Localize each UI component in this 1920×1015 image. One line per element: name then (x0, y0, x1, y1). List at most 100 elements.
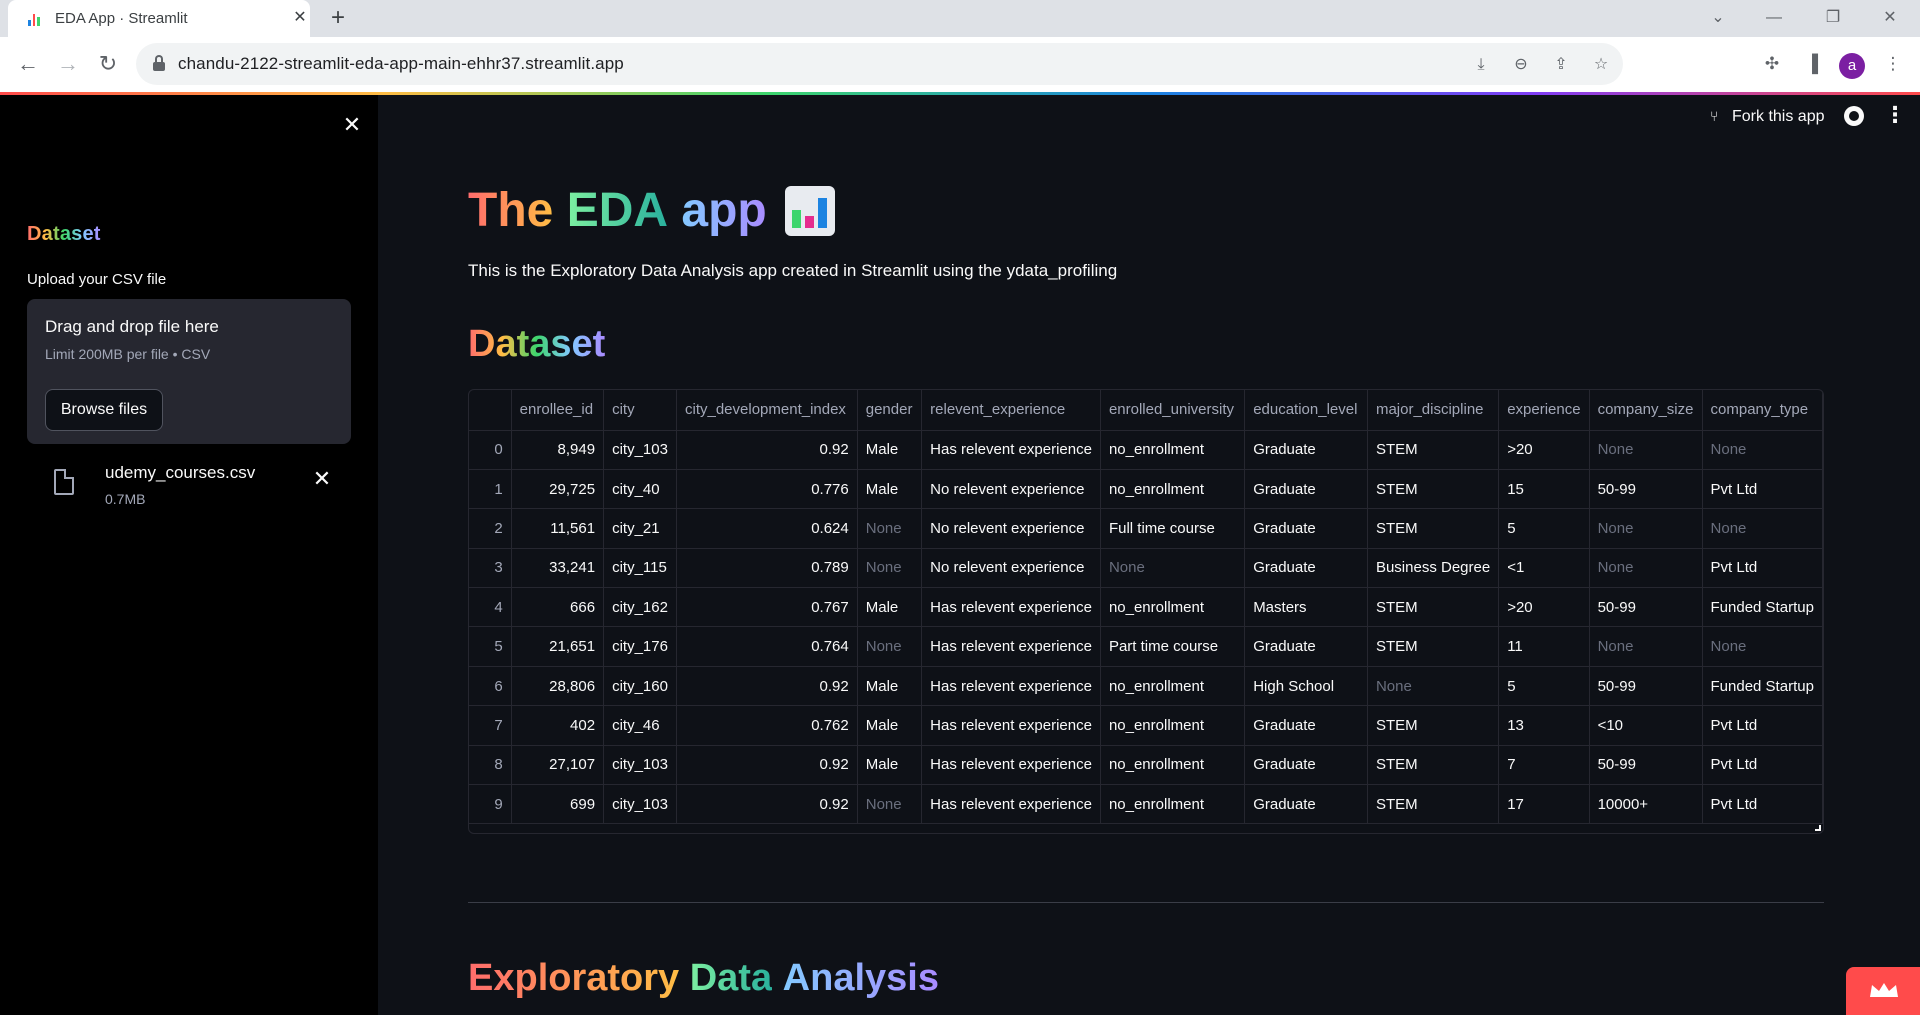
table-cell[interactable]: 0.92 (676, 430, 858, 470)
table-cell[interactable]: STEM (1367, 784, 1500, 825)
table-cell[interactable]: Pvt Ltd (1702, 548, 1823, 589)
table-cell[interactable]: city_115 (603, 548, 677, 589)
restore-button[interactable]: ❐ (1821, 6, 1845, 30)
table-cell[interactable]: STEM (1367, 705, 1500, 746)
table-cell[interactable]: Male (857, 469, 923, 510)
table-cell[interactable]: Graduate (1244, 705, 1368, 746)
table-cell[interactable]: Masters (1244, 587, 1368, 628)
table-row[interactable]: 6 28,806 city_160 0.92 Male Has relevent expe… (469, 666, 1823, 707)
table-cell[interactable]: Has relevent experience (921, 784, 1101, 825)
table-cell[interactable]: High School (1244, 666, 1368, 707)
table-cell[interactable]: 21,651 (511, 626, 605, 667)
table-cell[interactable]: No relevent experience (921, 548, 1101, 589)
table-cell[interactable]: None (1589, 430, 1703, 470)
browser-tab[interactable]: EDA App · Streamlit ✕ (8, 0, 310, 37)
table-cell[interactable]: None (1100, 548, 1246, 589)
column-header[interactable]: city_development_index (676, 390, 858, 431)
table-cell[interactable]: None (1702, 626, 1823, 667)
table-cell[interactable]: Pvt Ltd (1702, 745, 1823, 786)
table-cell[interactable]: None (1367, 666, 1500, 707)
reload-icon[interactable]: ↻ (94, 50, 122, 78)
tab-search-icon[interactable]: ⌄ (1706, 6, 1730, 30)
table-cell[interactable]: 27,107 (511, 745, 605, 786)
table-cell[interactable]: 33,241 (511, 548, 605, 589)
table-cell[interactable]: Has relevent experience (921, 626, 1101, 667)
table-cell[interactable]: 5 (1498, 666, 1590, 707)
table-cell[interactable]: Male (857, 705, 923, 746)
close-tab-icon[interactable]: ✕ (290, 8, 310, 28)
table-cell[interactable]: STEM (1367, 430, 1500, 470)
index-header[interactable] (469, 390, 512, 431)
share-icon[interactable]: ⇪ (1551, 55, 1571, 75)
table-row[interactable]: 3 33,241 city_115 0.789 None No relevent expe… (469, 548, 1823, 589)
close-window-button[interactable]: ✕ (1878, 6, 1902, 30)
table-cell[interactable]: 402 (511, 705, 605, 746)
url-text[interactable]: chandu-2122-streamlit-eda-app-main-ehhr3… (178, 54, 624, 74)
table-cell[interactable]: Funded Startup (1702, 587, 1823, 628)
table-cell[interactable]: city_176 (603, 626, 677, 667)
table-cell[interactable]: 50-99 (1589, 745, 1703, 786)
table-cell[interactable]: 5 (1498, 508, 1590, 549)
new-tab-button[interactable]: + (325, 5, 351, 31)
browse-files-button[interactable]: Browse files (45, 389, 163, 431)
table-cell[interactable]: Graduate (1244, 745, 1368, 786)
table-cell[interactable]: city_46 (603, 705, 677, 746)
table-cell[interactable]: Has relevent experience (921, 666, 1101, 707)
table-cell[interactable]: STEM (1367, 469, 1500, 510)
table-cell[interactable]: 0.92 (676, 666, 858, 707)
table-cell[interactable]: no_enrollment (1100, 705, 1246, 746)
table-cell[interactable]: no_enrollment (1100, 430, 1246, 470)
table-cell[interactable]: No relevent experience (921, 469, 1101, 510)
table-cell[interactable]: Has relevent experience (921, 745, 1101, 786)
table-row[interactable]: 9 699 city_103 0.92 None Has relevent experie… (469, 784, 1823, 825)
zoom-icon[interactable]: ⊖ (1511, 55, 1531, 75)
table-cell[interactable]: Graduate (1244, 626, 1368, 667)
file-dropzone[interactable]: Drag and drop file here Limit 200MB per … (27, 299, 351, 444)
table-cell[interactable]: Pvt Ltd (1702, 469, 1823, 510)
table-cell[interactable]: 11 (1498, 626, 1590, 667)
table-cell[interactable]: 0.762 (676, 705, 858, 746)
table-cell[interactable]: STEM (1367, 587, 1500, 628)
side-panel-icon[interactable]: ▐ (1801, 53, 1823, 75)
table-cell[interactable]: 50-99 (1589, 469, 1703, 510)
table-cell[interactable]: Business Degree (1367, 548, 1500, 589)
table-cell[interactable]: 28,806 (511, 666, 605, 707)
table-row[interactable]: 4 666 city_162 0.767 Male Has relevent experi… (469, 587, 1823, 628)
table-cell[interactable]: None (857, 784, 923, 825)
table-cell[interactable]: Part time course (1100, 626, 1246, 667)
table-cell[interactable]: city_160 (603, 666, 677, 707)
github-icon[interactable] (1844, 106, 1864, 126)
table-cell[interactable]: 15 (1498, 469, 1590, 510)
table-cell[interactable]: 0.776 (676, 469, 858, 510)
column-header[interactable]: company_type (1702, 390, 1823, 431)
column-header[interactable]: city (603, 390, 677, 431)
app-menu-icon[interactable]: ⋮ (1884, 104, 1906, 128)
table-cell[interactable]: no_enrollment (1100, 587, 1246, 628)
table-cell[interactable]: Funded Startup (1702, 666, 1823, 707)
table-cell[interactable]: Graduate (1244, 548, 1368, 589)
lock-icon[interactable] (152, 55, 166, 73)
table-cell[interactable]: 13 (1498, 705, 1590, 746)
table-cell[interactable]: Pvt Ltd (1702, 705, 1823, 746)
table-cell[interactable]: Full time course (1100, 508, 1246, 549)
table-cell[interactable]: city_103 (603, 430, 677, 470)
table-cell[interactable]: 0.767 (676, 587, 858, 628)
table-row[interactable]: 0 8,949 city_103 0.92 Male Has relevent exper… (469, 430, 1823, 470)
table-cell[interactable]: city_162 (603, 587, 677, 628)
table-cell[interactable]: 0.764 (676, 626, 858, 667)
table-cell[interactable]: 50-99 (1589, 587, 1703, 628)
profile-avatar[interactable]: a (1839, 53, 1865, 79)
install-app-icon[interactable]: ⤓ (1471, 55, 1491, 75)
column-header[interactable]: experience (1498, 390, 1590, 431)
column-header[interactable]: major_discipline (1367, 390, 1500, 431)
table-cell[interactable]: No relevent experience (921, 508, 1101, 549)
table-cell[interactable]: city_40 (603, 469, 677, 510)
table-cell[interactable]: None (1589, 626, 1703, 667)
column-header[interactable]: relevent_experience (921, 390, 1101, 431)
table-row[interactable]: 7 402 city_46 0.762 Male Has relevent experie… (469, 705, 1823, 746)
remove-file-icon[interactable]: ✕ (310, 467, 334, 491)
back-icon[interactable]: ← (14, 50, 42, 78)
table-cell[interactable]: <1 (1498, 548, 1590, 589)
browser-menu-icon[interactable]: ⋮ (1882, 53, 1904, 75)
minimize-button[interactable]: — (1762, 6, 1786, 30)
